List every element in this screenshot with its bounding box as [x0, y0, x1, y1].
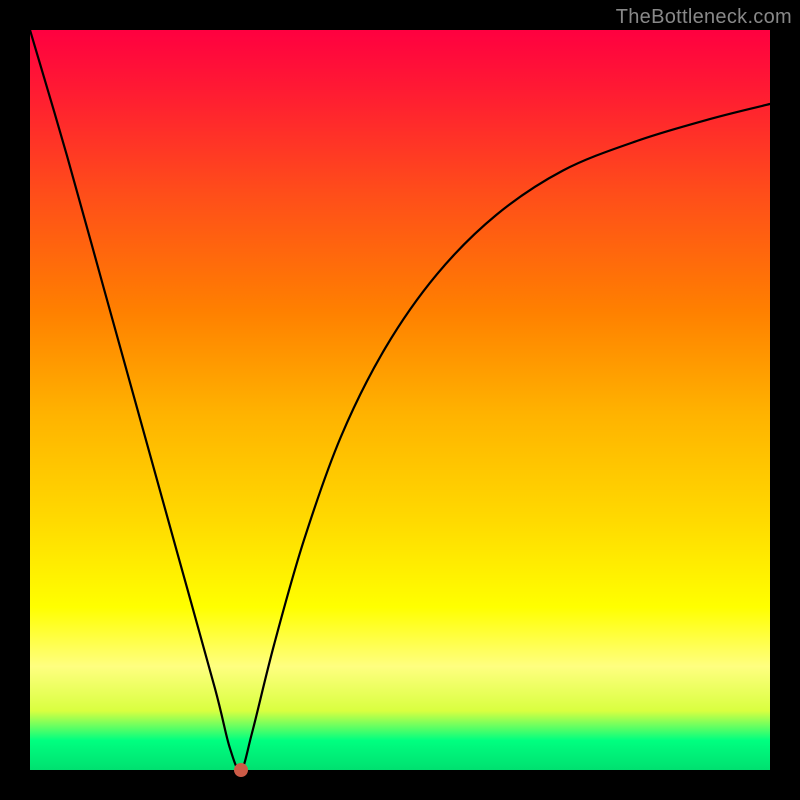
plot-area: [30, 30, 770, 770]
chart-frame: TheBottleneck.com: [0, 0, 800, 800]
bottleneck-curve: [30, 30, 770, 770]
optimal-point-marker: [234, 763, 248, 777]
watermark-text: TheBottleneck.com: [616, 6, 792, 29]
